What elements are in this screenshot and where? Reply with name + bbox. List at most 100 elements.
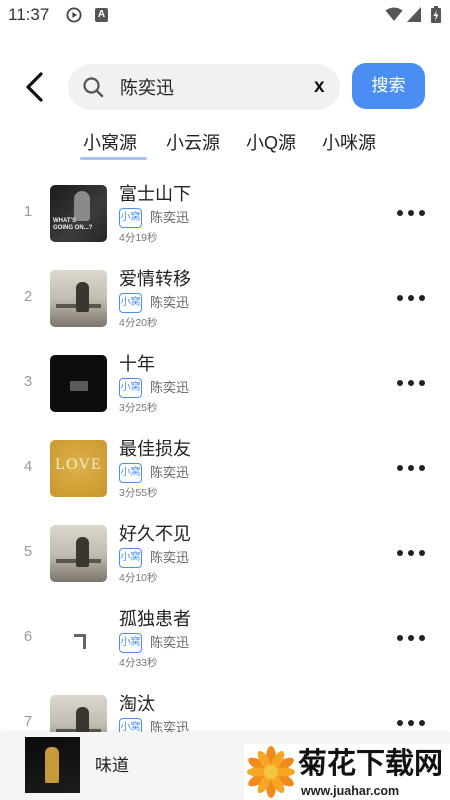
cover-figure [76, 282, 89, 312]
more-horizontal-icon [397, 635, 403, 641]
song-duration: 4分19秒 [119, 232, 158, 244]
search-icon [83, 77, 104, 98]
song-title: 最佳损友 [119, 439, 191, 459]
active-tab-indicator [80, 157, 147, 160]
cover-figure [74, 191, 90, 221]
chrysanthemum-icon [247, 746, 295, 798]
more-options-button[interactable] [396, 545, 426, 561]
more-horizontal-icon [397, 550, 403, 556]
song-index: 6 [23, 628, 33, 645]
song-duration: 4分20秒 [119, 317, 158, 329]
more-horizontal-icon [397, 720, 403, 726]
tab-xiaoq[interactable]: 小Q源 [246, 131, 296, 155]
song-artist: 陈奕迅 [150, 295, 190, 310]
battery-charging-icon [431, 6, 441, 23]
more-options-button[interactable] [396, 375, 426, 391]
more-horizontal-icon [397, 295, 403, 301]
more-options-button[interactable] [396, 205, 426, 221]
song-title: 淘汰 [119, 694, 155, 714]
more-horizontal-icon [397, 465, 403, 471]
song-artist: 陈奕迅 [150, 550, 190, 565]
song-title: 孤独患者 [119, 609, 191, 629]
song-artist: 陈奕迅 [150, 635, 190, 650]
cover-figure [76, 537, 89, 567]
search-button[interactable]: 搜索 [352, 63, 425, 109]
song-title: 十年 [119, 354, 155, 374]
more-horizontal-icon [397, 210, 403, 216]
song-row[interactable]: 4 LOVE 最佳损友 小窝 陈奕迅 3分55秒 [0, 426, 450, 511]
tab-xiaomi[interactable]: 小咪源 [322, 131, 376, 155]
source-badge: 小窝 [119, 293, 142, 313]
cover-figure [45, 747, 59, 783]
cover-text: WHAT'S GOING ON...? [53, 218, 93, 231]
song-index: 3 [23, 373, 33, 390]
cover-text: LOVE [55, 456, 102, 473]
album-cover [50, 525, 107, 582]
cover-figure [70, 381, 88, 391]
song-row[interactable]: 2 爱情转移 小窝 陈奕迅 4分20秒 [0, 256, 450, 341]
player-song-title: 味道 [95, 756, 129, 775]
song-duration: 3分55秒 [119, 487, 158, 499]
more-horizontal-icon [419, 550, 425, 556]
album-cover [50, 270, 107, 327]
signal-icon [407, 7, 421, 22]
more-horizontal-icon [419, 295, 425, 301]
album-cover [50, 610, 107, 667]
song-index: 5 [23, 543, 33, 560]
more-options-button[interactable] [396, 460, 426, 476]
watermark-url: www.juahar.com [301, 784, 400, 798]
more-horizontal-icon [408, 635, 414, 641]
clear-search-button[interactable]: x [314, 76, 325, 98]
source-badge: 小窝 [119, 548, 142, 568]
cover-figure [74, 634, 86, 649]
source-badge: 小窝 [119, 378, 142, 398]
song-index: 1 [23, 203, 33, 220]
song-duration: 4分33秒 [119, 657, 158, 669]
more-horizontal-icon [408, 550, 414, 556]
status-bar: 11:37 A [0, 0, 450, 30]
play-circle-icon [66, 7, 82, 23]
song-index: 2 [23, 288, 33, 305]
back-button[interactable] [22, 70, 48, 104]
tab-xiaoyun[interactable]: 小云源 [166, 131, 220, 155]
wifi-icon [385, 7, 403, 21]
more-horizontal-icon [419, 380, 425, 386]
song-title: 好久不见 [119, 524, 191, 544]
song-artist: 陈奕迅 [150, 465, 190, 480]
source-badge: 小窝 [119, 633, 142, 653]
more-horizontal-icon [397, 380, 403, 386]
song-title: 爱情转移 [119, 269, 191, 289]
more-horizontal-icon [419, 635, 425, 641]
watermark-logo: 菊花下载网 www.juahar.com [244, 744, 450, 800]
song-row[interactable]: 1 WHAT'S GOING ON...? 富士山下 小窝 陈奕迅 4分19秒 [0, 171, 450, 256]
song-row[interactable]: 5 好久不见 小窝 陈奕迅 4分10秒 [0, 511, 450, 596]
source-badge: 小窝 [119, 463, 142, 483]
album-cover [50, 355, 107, 412]
tab-xiaowo[interactable]: 小窝源 [83, 131, 137, 155]
more-horizontal-icon [408, 720, 414, 726]
more-horizontal-icon [419, 210, 425, 216]
chevron-left-icon [26, 72, 43, 102]
album-cover: LOVE [50, 440, 107, 497]
more-horizontal-icon [408, 380, 414, 386]
more-horizontal-icon [408, 210, 414, 216]
watermark-name: 菊花下载网 [298, 748, 444, 780]
song-row[interactable]: 3 十年 小窝 陈奕迅 3分25秒 [0, 341, 450, 426]
status-time: 11:37 [8, 5, 50, 24]
more-options-button[interactable] [396, 290, 426, 306]
search-input[interactable] [120, 64, 300, 110]
song-title: 富士山下 [119, 184, 191, 204]
song-duration: 3分25秒 [119, 402, 158, 414]
song-index: 4 [23, 458, 33, 475]
more-horizontal-icon [419, 465, 425, 471]
search-bar[interactable]: x [68, 64, 340, 110]
more-options-button[interactable] [396, 715, 426, 731]
more-options-button[interactable] [396, 630, 426, 646]
song-artist: 陈奕迅 [150, 210, 190, 225]
app-screen: 11:37 A x 搜索 小窝源 小云源 小Q源 [0, 0, 450, 800]
player-album-cover [25, 737, 80, 793]
more-horizontal-icon [408, 295, 414, 301]
song-row[interactable]: 6 孤独患者 小窝 陈奕迅 4分33秒 [0, 596, 450, 681]
a-app-icon: A [95, 8, 108, 22]
song-artist: 陈奕迅 [150, 380, 190, 395]
